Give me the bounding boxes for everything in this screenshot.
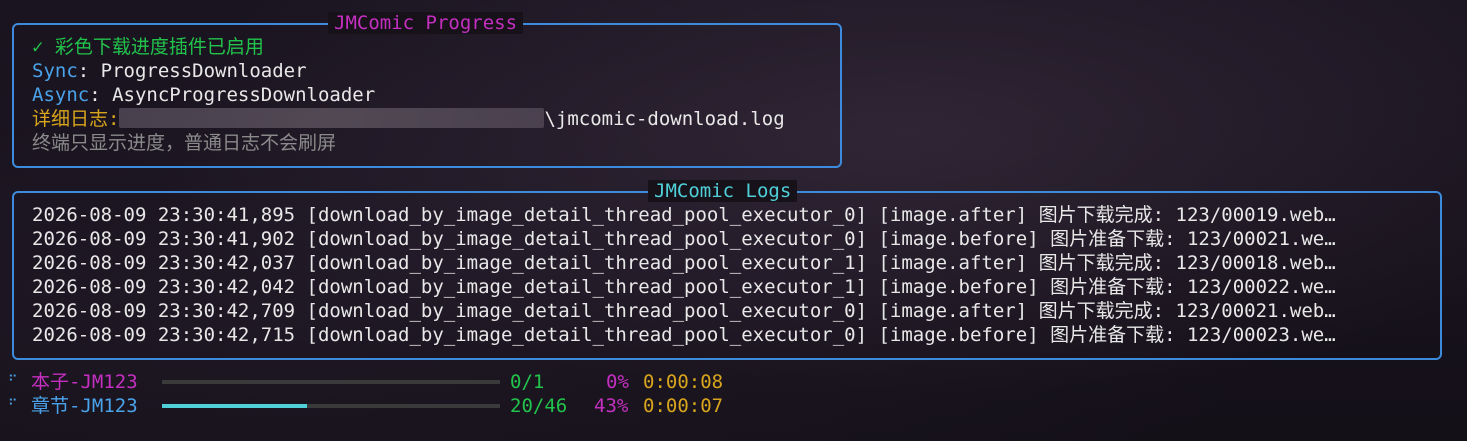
spinner-icon: ⠋ bbox=[8, 398, 18, 413]
terminal-note: 终端只显示进度，普通日志不会刷屏 bbox=[32, 132, 337, 154]
chapter-elapsed: 0:00:07 bbox=[643, 395, 724, 417]
sync-value: : ProgressDownloader bbox=[77, 60, 307, 82]
log-line: 2026-08-09 23:30:42,715 [download_by_ima… bbox=[32, 324, 1336, 346]
album-progress-bar bbox=[162, 380, 500, 384]
async-downloader-line: Async: AsyncProgressDownloader bbox=[32, 83, 375, 107]
progress-row-album: ⠋ 本子-JM123 0/1 0% 0:00:08 bbox=[8, 370, 768, 394]
spinner-icon: ⠋ bbox=[8, 374, 18, 389]
sync-downloader-line: Sync: ProgressDownloader bbox=[32, 59, 307, 83]
sync-label: Sync bbox=[32, 60, 78, 82]
progress-row-chapter: ⠋ 章节-JM123 20/46 43% 0:00:07 bbox=[8, 394, 768, 418]
log-line: 2026-08-09 23:30:41,902 [download_by_ima… bbox=[32, 228, 1336, 250]
chapter-progress-fill bbox=[162, 404, 308, 408]
album-count: 0/1 bbox=[510, 371, 545, 393]
chapter-percent: 43% bbox=[594, 395, 629, 417]
chapter-label: 章节-JM123 bbox=[31, 395, 138, 417]
logs-panel-title: JMComic Logs bbox=[648, 180, 798, 202]
log-line: 2026-08-09 23:30:41,895 [download_by_ima… bbox=[32, 204, 1336, 226]
logs-panel: JMComic Logs 2026-08-09 23:30:41,895 [do… bbox=[12, 180, 1442, 360]
progress-panel-title: JMComic Progress bbox=[328, 12, 524, 34]
chapter-count: 20/46 bbox=[510, 395, 568, 417]
log-label: 详细日志: bbox=[32, 108, 120, 130]
log-line: 2026-08-09 23:30:42,037 [download_by_ima… bbox=[32, 252, 1336, 274]
async-value: : AsyncProgressDownloader bbox=[89, 84, 376, 106]
album-elapsed: 0:00:08 bbox=[643, 371, 724, 393]
log-file-name: \jmcomic-download.log bbox=[544, 108, 785, 130]
async-label: Async bbox=[32, 84, 90, 106]
chapter-progress-bar bbox=[162, 404, 500, 408]
album-label: 本子-JM123 bbox=[31, 371, 138, 393]
log-line: 2026-08-09 23:30:42,042 [download_by_ima… bbox=[32, 276, 1336, 298]
log-path-line: 详细日志: \jmcomic-download.log bbox=[32, 107, 785, 131]
plugin-enabled-message: ✓ 彩色下载进度插件已启用 bbox=[32, 36, 264, 58]
redacted-path bbox=[119, 108, 545, 128]
album-percent: 0% bbox=[606, 371, 629, 393]
log-line: 2026-08-09 23:30:42,709 [download_by_ima… bbox=[32, 300, 1336, 322]
progress-panel: JMComic Progress ✓ 彩色下载进度插件已启用 Sync: Pro… bbox=[12, 12, 842, 168]
